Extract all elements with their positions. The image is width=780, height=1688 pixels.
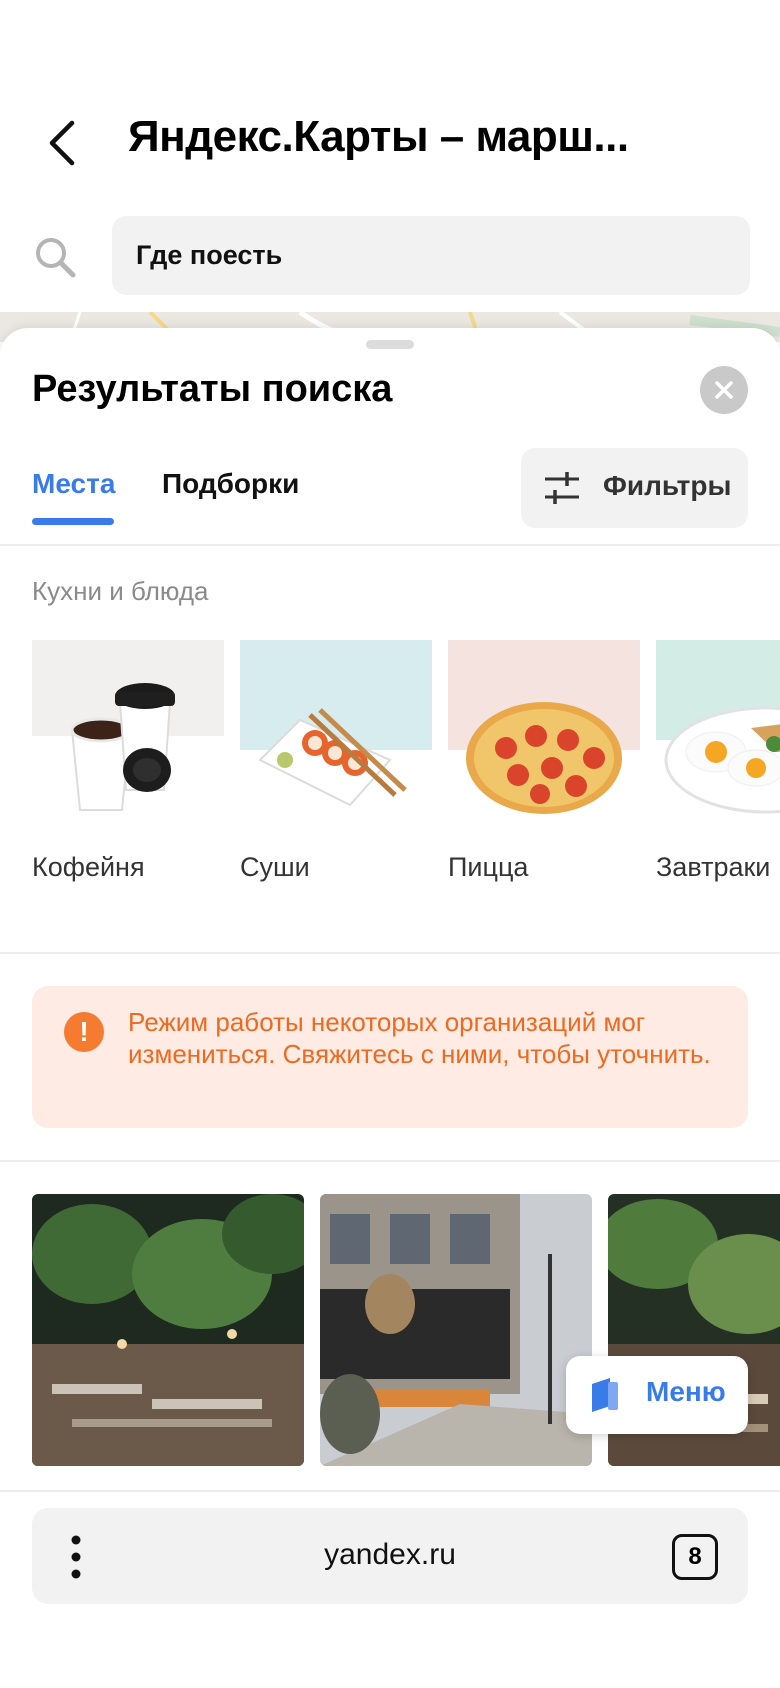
search-input[interactable] <box>112 216 750 295</box>
place-photo[interactable] <box>320 1194 592 1466</box>
cuisine-label: Завтраки <box>656 852 771 882</box>
divider <box>0 952 780 954</box>
book-icon <box>592 1378 618 1412</box>
filters-label: Фильтры <box>603 470 732 501</box>
pizza-image <box>448 640 640 832</box>
url-text[interactable]: yandex.ru <box>32 1538 748 1572</box>
menu-button[interactable]: Меню <box>566 1356 748 1434</box>
close-button[interactable] <box>700 366 748 414</box>
close-icon <box>715 381 733 399</box>
back-button[interactable] <box>44 118 84 168</box>
cuisine-card-sushi[interactable]: Суши <box>240 640 432 920</box>
tab-collections[interactable]: Подборки <box>162 468 299 500</box>
cuisine-label: Пицца <box>448 852 529 882</box>
page-title: Яндекс.Карты – марш... <box>128 112 629 161</box>
cuisine-card-breakfast[interactable]: Завтраки <box>656 640 780 920</box>
cuisine-heading: Кухни и блюда <box>32 576 209 606</box>
filters-icon <box>545 472 579 504</box>
cuisine-label: Суши <box>240 852 310 882</box>
cuisine-card-pizza[interactable]: Пицца <box>448 640 640 920</box>
exclamation-icon: ! <box>64 1012 104 1052</box>
chevron-left-icon <box>49 120 75 166</box>
coffee-cups-image <box>32 640 224 832</box>
cuisine-label: Кофейня <box>32 852 145 882</box>
tab-places[interactable]: Места <box>32 468 115 500</box>
place-photo[interactable] <box>32 1194 304 1466</box>
menu-label: Меню <box>646 1376 726 1407</box>
tabs-count-button[interactable]: 8 <box>672 1534 718 1580</box>
browser-address-bar: yandex.ru 8 <box>32 1508 748 1604</box>
filters-button[interactable]: Фильтры <box>521 448 748 528</box>
app-header: Яндекс.Карты – марш... <box>0 0 780 312</box>
search-results-sheet: Результаты поиска Места Подборки Фильтры… <box>0 328 780 1688</box>
notice-text: Режим работы некоторых организаций мог и… <box>128 1007 711 1069</box>
divider <box>0 1490 780 1492</box>
divider <box>0 1160 780 1162</box>
breakfast-image <box>656 640 780 832</box>
notice-banner: ! Режим работы некоторых организаций мог… <box>32 986 748 1128</box>
sheet-grabber[interactable] <box>366 340 414 349</box>
search-icon[interactable] <box>34 236 76 278</box>
cuisine-card-coffee[interactable]: Кофейня <box>32 640 224 920</box>
active-tab-indicator <box>32 518 114 525</box>
sheet-title: Результаты поиска <box>32 368 393 410</box>
divider <box>0 544 780 546</box>
sushi-image <box>240 640 432 832</box>
